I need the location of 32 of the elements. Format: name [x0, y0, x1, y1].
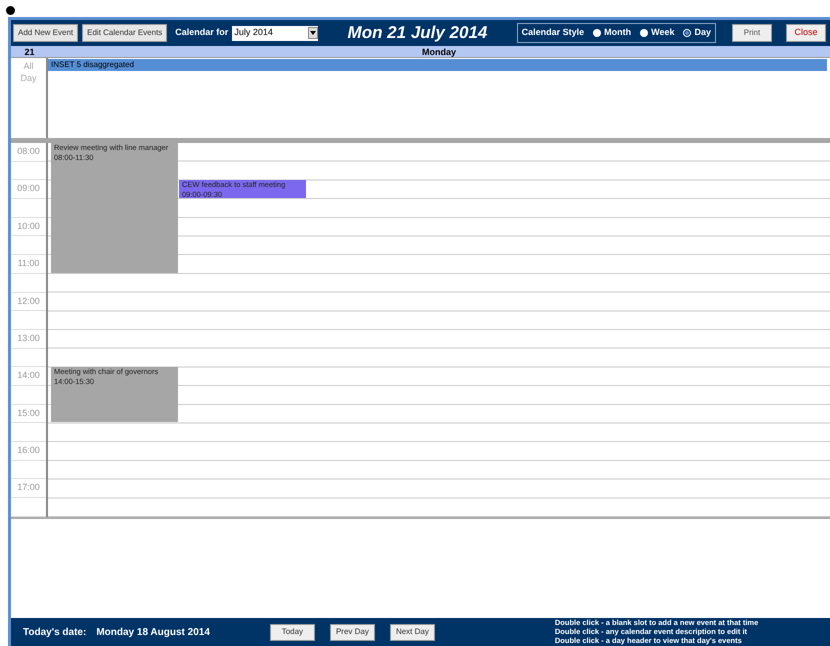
hour-label: 11:00: [18, 257, 40, 270]
today-value: Monday 18 August 2014: [96, 626, 210, 640]
style-radio[interactable]: Day: [683, 26, 711, 40]
hour-label: 15:00: [17, 406, 40, 420]
style-radio[interactable]: Month: [593, 26, 632, 40]
hour-label: 13:00: [17, 332, 40, 345]
all-day-label: All: [23, 60, 34, 72]
marker-icon: [6, 6, 15, 15]
all-day-event[interactable]: INSET 5 disaggregated: [48, 59, 827, 71]
hour-label: 10:00: [17, 220, 40, 233]
calendar-style-label: Calendar Style: [522, 26, 584, 40]
print-button[interactable]: Print: [732, 24, 772, 42]
hour-label: 16:00: [17, 444, 40, 458]
day-number: 21: [23, 46, 36, 57]
nav-button[interactable]: Prev Day: [330, 624, 375, 640]
day-header[interactable]: Monday: [48, 46, 830, 57]
hour-label: 09:00: [17, 182, 40, 196]
toolbar-button[interactable]: Add New Event: [13, 24, 78, 42]
toolbar-button[interactable]: Edit Calendar Events: [82, 24, 168, 42]
date-title: Mon 21 July 2014: [346, 22, 488, 44]
hour-label: 12:00: [17, 294, 40, 308]
all-day-label: Day: [20, 72, 36, 84]
close-button[interactable]: Close: [786, 24, 826, 42]
today-label: Today's date:: [23, 626, 86, 640]
calendar-for-label: Calendar for: [175, 26, 228, 40]
style-radio[interactable]: Week: [640, 26, 674, 40]
hour-label: 14:00: [17, 369, 40, 382]
hour-label: 17:00: [17, 481, 40, 494]
month-dropdown[interactable]: July 2014: [232, 26, 318, 40]
nav-button[interactable]: Today: [270, 624, 315, 640]
nav-button[interactable]: Next Day: [390, 624, 435, 640]
hour-label: 08:00: [17, 145, 40, 158]
